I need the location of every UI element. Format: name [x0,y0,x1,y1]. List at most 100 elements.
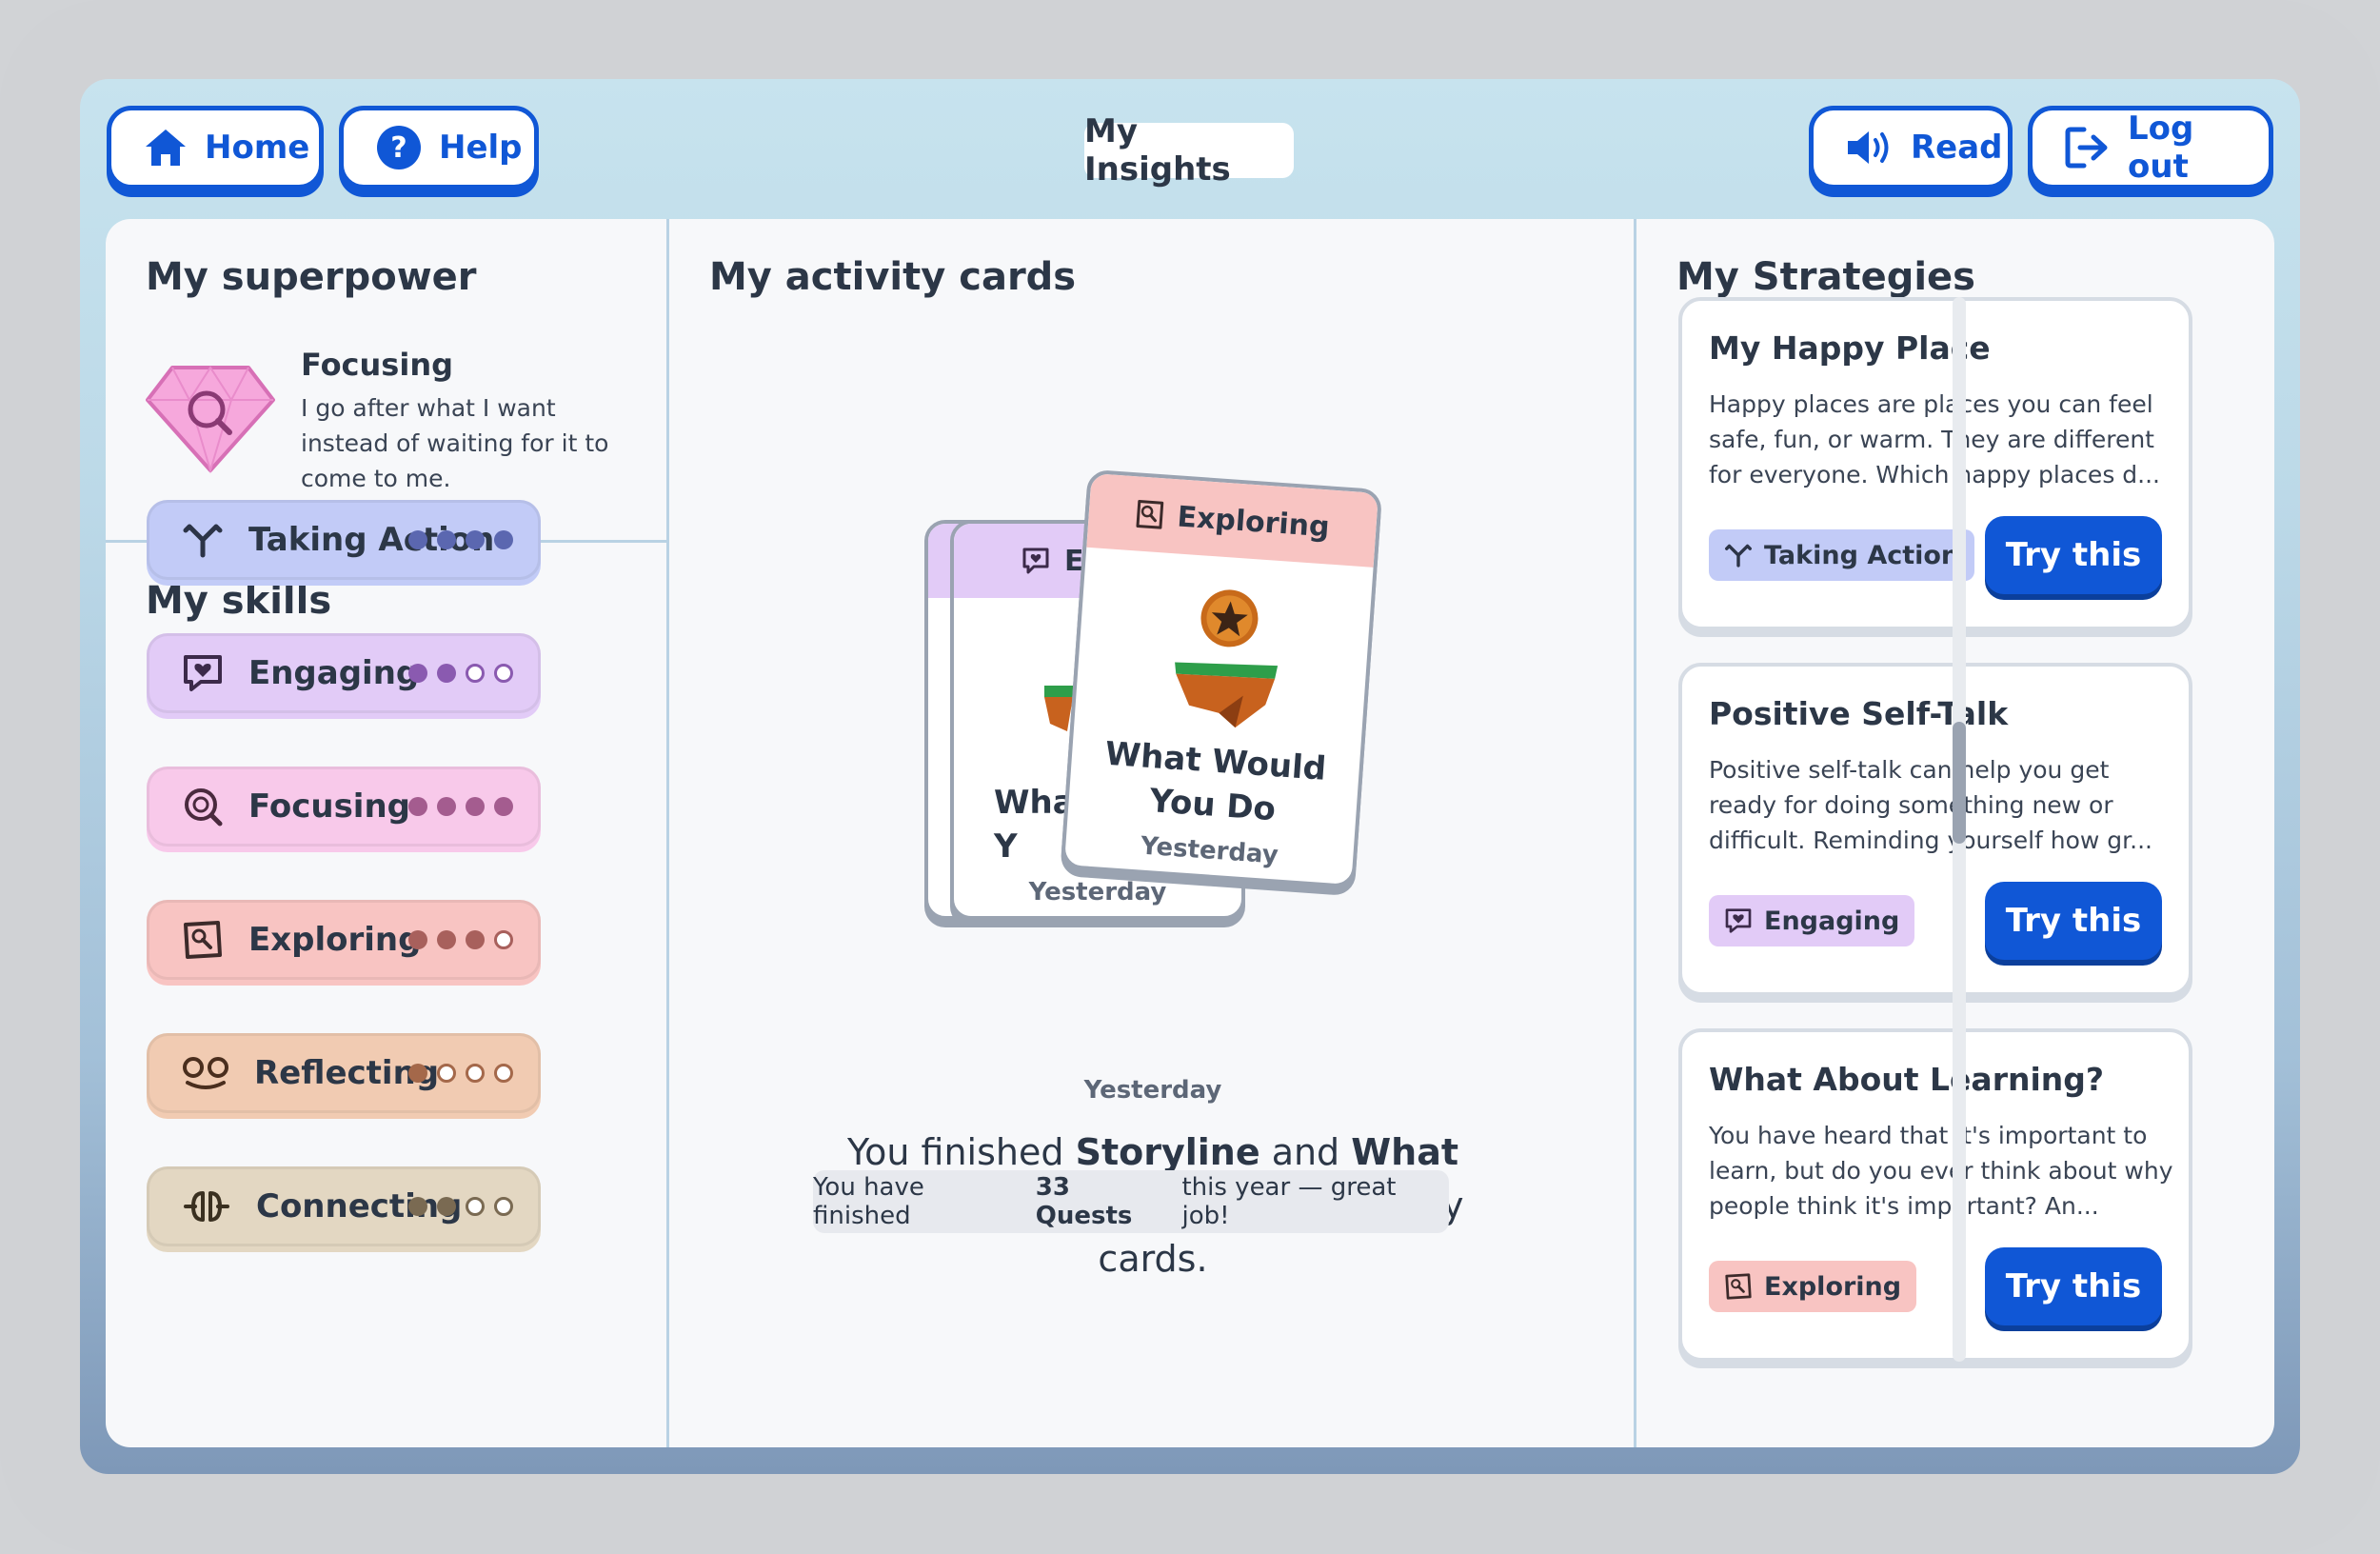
strategy-tag-label: Taking Action [1764,540,1960,570]
superpower-section: My superpower Focusing I go after what I… [106,219,669,543]
skill-reflecting[interactable]: Reflecting [147,1033,541,1113]
superpower-title: My superpower [146,255,477,299]
skill-focusing[interactable]: Focusing [147,767,541,847]
quests-summary: You have finished 33 Quests this year — … [813,1170,1449,1233]
level-dot-filled [437,797,456,816]
level-dot-filled [408,1064,427,1083]
skill-level-dots [408,1197,513,1216]
insights-panel: My superpower Focusing I go after what I… [106,219,2274,1447]
level-dot-filled [408,1197,427,1216]
skill-level-dots [408,530,513,549]
reflecting-icon [182,1054,229,1092]
platform-icon [1044,686,1073,731]
quests-prefix: You have finished [813,1173,924,1230]
level-dot-filled [466,797,485,816]
level-dot-filled [437,530,456,549]
exploring-icon [1724,1272,1753,1301]
page-title: My Insights [1084,112,1294,189]
speaker-icon [1848,131,1889,164]
taking-action-icon [1724,542,1753,568]
level-dot-empty [494,930,513,949]
strategies-title: My Strategies [1676,255,1975,299]
strategy-tag: Taking Action [1709,529,1975,581]
strategy-tag-label: Exploring [1764,1271,1902,1302]
strategy-title: What About Learning? [1709,1061,2105,1098]
level-dot-filled [408,664,427,683]
try-this-button[interactable]: Try this [1985,516,2162,594]
skill-level-dots [408,664,513,683]
level-dot-filled [494,530,513,549]
home-icon [146,130,186,166]
level-dot-filled [466,930,485,949]
strategy-description: You have heard that it's important to le… [1709,1122,2173,1220]
gem-icon [146,366,275,474]
logout-label: Log out [2128,110,2194,186]
exploring-icon [182,919,224,961]
help-button[interactable]: ? Help [339,106,539,189]
exploring-icon [1136,500,1164,529]
strategies-scrollbar[interactable] [1953,297,1966,1362]
strategy-tag-label: Engaging [1764,906,1900,936]
app-screen: Home ? Help My Insights Read Log out My … [80,79,2300,1474]
skill-label: Engaging [248,654,420,692]
card-date: Yesterday [1028,878,1167,906]
superpower-name: Focusing [301,347,453,383]
strategy-title: My Happy Place [1709,329,1991,367]
message-and: and [1259,1131,1352,1173]
connecting-icon [182,1187,231,1225]
activity-date: Yesterday [1083,1076,1222,1105]
skill-engaging[interactable]: Engaging [147,633,541,713]
logout-icon [2065,127,2108,169]
skill-level-dots [408,797,513,816]
skill-label: Exploring [248,921,422,959]
try-this-button[interactable]: Try this [1985,1247,2162,1325]
read-button[interactable]: Read [1809,106,2013,189]
focusing-icon [182,786,224,827]
strategy-description: Positive self-talk can help you get read… [1709,756,2153,854]
quests-suffix: this year — great job! [1181,1173,1397,1230]
scrollbar-thumb[interactable] [1953,722,1966,844]
strategy-card: What About Learning? You have heard that … [1678,1028,2192,1362]
activity-card-front[interactable]: Exploring What Would You Do Yesterday [1060,468,1383,889]
skill-level-dots [408,1064,513,1083]
level-dot-empty [466,1064,485,1083]
strategy-description: Happy places are places you can feel saf… [1709,390,2160,488]
card-title: What Would You Do [1103,734,1328,829]
skill-connecting[interactable]: Connecting [147,1166,541,1246]
try-this-button[interactable]: Try this [1985,882,2162,960]
superpower-description: I go after what I want instead of waitin… [301,394,609,492]
level-dot-filled [437,930,456,949]
level-dot-filled [494,797,513,816]
message-prefix: You finished [846,1131,1076,1173]
level-dot-empty [494,1197,513,1216]
quests-count: 33 Quests [1035,1173,1133,1230]
svg-text:?: ? [390,131,407,165]
strategy-card: Positive Self-Talk Positive self-talk can… [1678,663,2192,996]
logout-button[interactable]: Log out [2028,106,2273,189]
home-button[interactable]: Home [107,106,324,189]
level-dot-filled [408,930,427,949]
level-dot-empty [494,664,513,683]
card-band-label: Exploring [1176,499,1331,544]
skill-exploring[interactable]: Exploring [147,900,541,980]
star-coin-icon [1175,589,1279,728]
engaging-icon [182,653,224,693]
level-dot-filled [408,797,427,816]
activity-title: My activity cards [709,255,1077,299]
level-dot-filled [466,530,485,549]
skill-taking-action[interactable]: Taking Action [147,500,541,580]
card-band: Exploring [1086,472,1379,568]
skill-label: Focusing [248,787,410,826]
left-column: My superpower Focusing I go after what I… [106,219,669,1447]
strategy-card: My Happy Place Happy places are places yo… [1678,297,2192,630]
help-label: Help [439,129,523,167]
read-label: Read [1911,129,2003,167]
level-dot-empty [437,1064,456,1083]
taking-action-icon [182,521,224,559]
level-dot-empty [466,1197,485,1216]
engaging-icon [1022,548,1049,574]
help-icon: ? [377,126,421,169]
skills-title: My skills [146,579,332,623]
middle-column: My activity cards E Wha Y Yesterday Expl [669,219,1636,1447]
message-game1: Storyline [1075,1131,1260,1173]
